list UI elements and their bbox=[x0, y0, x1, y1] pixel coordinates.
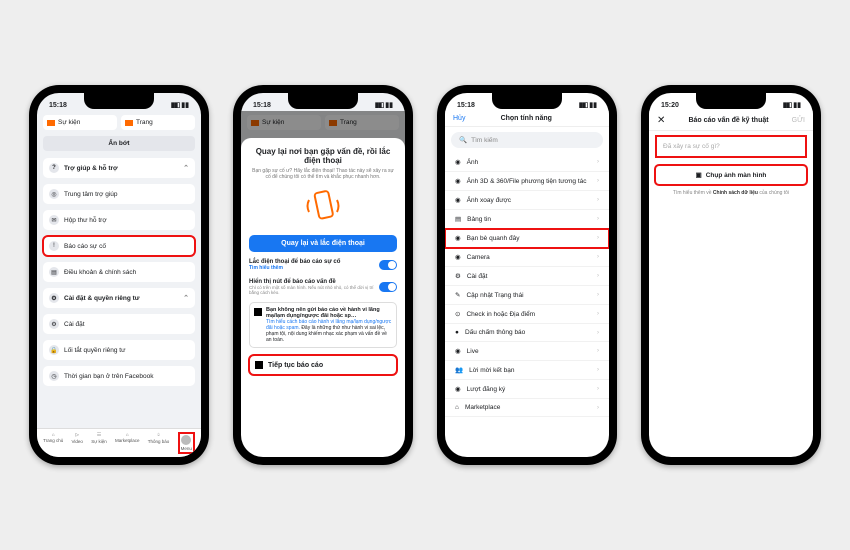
nav-video[interactable]: ▷Video bbox=[72, 432, 83, 454]
feature-icon: 👥 bbox=[455, 366, 463, 374]
search-input[interactable]: 🔍Tìm kiếm bbox=[451, 132, 603, 148]
warning-icon: ! bbox=[49, 241, 59, 251]
feature-icon: ◉ bbox=[455, 177, 461, 185]
gear-icon: ⚙ bbox=[49, 293, 59, 303]
settings[interactable]: ⚙Cài đặt bbox=[43, 314, 195, 334]
page-title: Báo cáo vấn đề kỹ thuật bbox=[665, 117, 791, 124]
support-inbox[interactable]: ✉Hộp thư hỗ trợ bbox=[43, 210, 195, 230]
gear-icon: ⚙ bbox=[49, 319, 59, 329]
time-on-facebook[interactable]: ◷Thời gian bạn ở trên Facebook bbox=[43, 366, 195, 386]
policy-text: Tìm hiểu thêm về Chính sách dữ liệu của … bbox=[655, 190, 807, 196]
screenshot-button[interactable]: ▣Chụp ảnh màn hình bbox=[655, 165, 807, 185]
feature-item[interactable]: ◉Lượt đăng ký› bbox=[445, 380, 609, 399]
feature-icon: ◉ bbox=[455, 234, 461, 242]
button-toggle[interactable] bbox=[379, 282, 397, 292]
phone-3: 15:18 Hủy Chọn tính năng 🔍Tìm kiếm ◉Ảnh›… bbox=[437, 85, 617, 465]
feature-item[interactable]: ◉Bạn bè quanh đây› bbox=[445, 229, 609, 248]
feature-icon: ◉ bbox=[455, 158, 461, 166]
feature-item[interactable]: ◉Ảnh› bbox=[445, 153, 609, 172]
feature-icon: ● bbox=[455, 329, 459, 336]
feature-item[interactable]: ✎Cập nhật Trạng thái› bbox=[445, 286, 609, 305]
feature-icon: ⚙ bbox=[455, 272, 461, 280]
page-title: Chọn tính năng bbox=[465, 115, 587, 122]
nav-menu[interactable]: Menu bbox=[178, 432, 195, 454]
report-problem[interactable]: !Báo cáo sự cố bbox=[43, 236, 195, 256]
shake-toggle[interactable] bbox=[379, 260, 397, 270]
inbox-icon: ✉ bbox=[49, 215, 59, 225]
feature-item[interactable]: ◉Live› bbox=[445, 342, 609, 361]
camera-icon: ▣ bbox=[696, 171, 702, 179]
nav-events[interactable]: ☷Sự kiện bbox=[91, 432, 107, 454]
abuse-info: Bạn không nên gửi báo cáo về hành vi lăn… bbox=[249, 302, 397, 348]
feature-item[interactable]: ◉Ảnh 3D & 360/File phương tiện tương tác… bbox=[445, 172, 609, 191]
send-button[interactable]: GỬI bbox=[792, 117, 805, 124]
feature-item[interactable]: ▤Bảng tin› bbox=[445, 210, 609, 229]
nav-notif[interactable]: ♤Thông báo bbox=[148, 432, 170, 454]
feature-item[interactable]: ⊙Check in hoặc Địa điểm› bbox=[445, 305, 609, 324]
privacy-shortcuts[interactable]: 🔒Lối tắt quyền riêng tư bbox=[43, 340, 195, 360]
feature-icon: ▤ bbox=[455, 215, 461, 223]
nav-market[interactable]: ⌂Marketplace bbox=[115, 432, 140, 454]
search-icon: 🔍 bbox=[459, 136, 467, 144]
help-center[interactable]: ◎Trung tâm trợ giúp bbox=[43, 184, 195, 204]
close-button[interactable]: ✕ bbox=[657, 115, 665, 126]
feature-icon: ◉ bbox=[455, 347, 461, 355]
lock-icon: 🔒 bbox=[49, 345, 59, 355]
marketplace-icon: ⌂ bbox=[126, 432, 129, 437]
collapse-button[interactable]: Ẩn bớt bbox=[43, 136, 195, 151]
feature-item[interactable]: ⌂Marketplace› bbox=[445, 399, 609, 417]
avatar-icon bbox=[181, 435, 191, 445]
feature-item[interactable]: ●Dấu chấm thông báo› bbox=[445, 324, 609, 342]
bell-icon: ♤ bbox=[157, 432, 161, 438]
sheet-title: Quay lại nơi bạn gặp vấn đề, rồi lắc điệ… bbox=[249, 147, 397, 165]
cancel-button[interactable]: Hủy bbox=[453, 115, 465, 122]
feature-icon: ◉ bbox=[455, 253, 461, 261]
continue-report-button[interactable]: Tiếp tục báo cáo bbox=[249, 355, 397, 375]
feature-icon: ⊙ bbox=[455, 310, 460, 318]
sheet-subtitle: Bạn gặp sự cố ư? Hãy lắc điện thoại! Tha… bbox=[249, 168, 397, 180]
learn-more-link[interactable]: Tìm hiểu thêm bbox=[249, 265, 375, 271]
shake-illustration bbox=[249, 184, 397, 228]
feature-item[interactable]: ◉Camera› bbox=[445, 248, 609, 267]
tab-events[interactable]: Sự kiện bbox=[43, 115, 117, 130]
home-icon: ⌂ bbox=[52, 432, 55, 437]
section-settings[interactable]: ⚙Cài đặt & quyền riêng tư⌃ bbox=[43, 288, 195, 308]
feature-item[interactable]: ◉Ảnh xoay được› bbox=[445, 191, 609, 210]
document-icon: ▤ bbox=[49, 267, 59, 277]
feature-icon: ⌂ bbox=[455, 404, 459, 411]
bottom-nav: ⌂Trang chủ ▷Video ☷Sự kiện ⌂Marketplace … bbox=[37, 428, 201, 457]
issue-textarea[interactable]: Đã xảy ra sự cố gì? bbox=[657, 137, 805, 156]
phone-1: 15:18 Sự kiện Trang Ẩn bớt ?Trợ giúp & h… bbox=[29, 85, 209, 465]
feature-icon: ✎ bbox=[455, 291, 460, 299]
lifebuoy-icon: ◎ bbox=[49, 189, 59, 199]
feature-item[interactable]: ⚙Cài đặt› bbox=[445, 267, 609, 286]
video-icon: ▷ bbox=[75, 432, 78, 438]
phone-4: 15:20 ✕ Báo cáo vấn đề kỹ thuật GỬI Đã x… bbox=[641, 85, 821, 465]
phone-2: 15:18 Sự kiện Trang Quay lại nơi bạn gặp… bbox=[233, 85, 413, 465]
go-back-shake-button[interactable]: Quay lại và lắc điện thoại bbox=[249, 235, 397, 252]
report-icon bbox=[255, 361, 263, 369]
nav-home[interactable]: ⌂Trang chủ bbox=[43, 432, 63, 454]
calendar-icon: ☷ bbox=[97, 432, 101, 438]
terms[interactable]: ▤Điều khoản & chính sách bbox=[43, 262, 195, 282]
shake-sheet: Quay lại nơi bạn gặp vấn đề, rồi lắc điệ… bbox=[241, 138, 405, 457]
feature-icon: ◉ bbox=[455, 385, 461, 393]
policy-link[interactable]: Chính sách dữ liệu bbox=[713, 190, 758, 196]
section-help[interactable]: ?Trợ giúp & hỗ trợ⌃ bbox=[43, 158, 195, 178]
feature-icon: ◉ bbox=[455, 196, 461, 204]
clock-icon: ◷ bbox=[49, 371, 59, 381]
help-icon: ? bbox=[49, 163, 59, 173]
tab-pages[interactable]: Trang bbox=[121, 115, 195, 130]
feature-item[interactable]: 👥Lời mời kết bạn› bbox=[445, 361, 609, 380]
info-icon bbox=[254, 308, 262, 316]
